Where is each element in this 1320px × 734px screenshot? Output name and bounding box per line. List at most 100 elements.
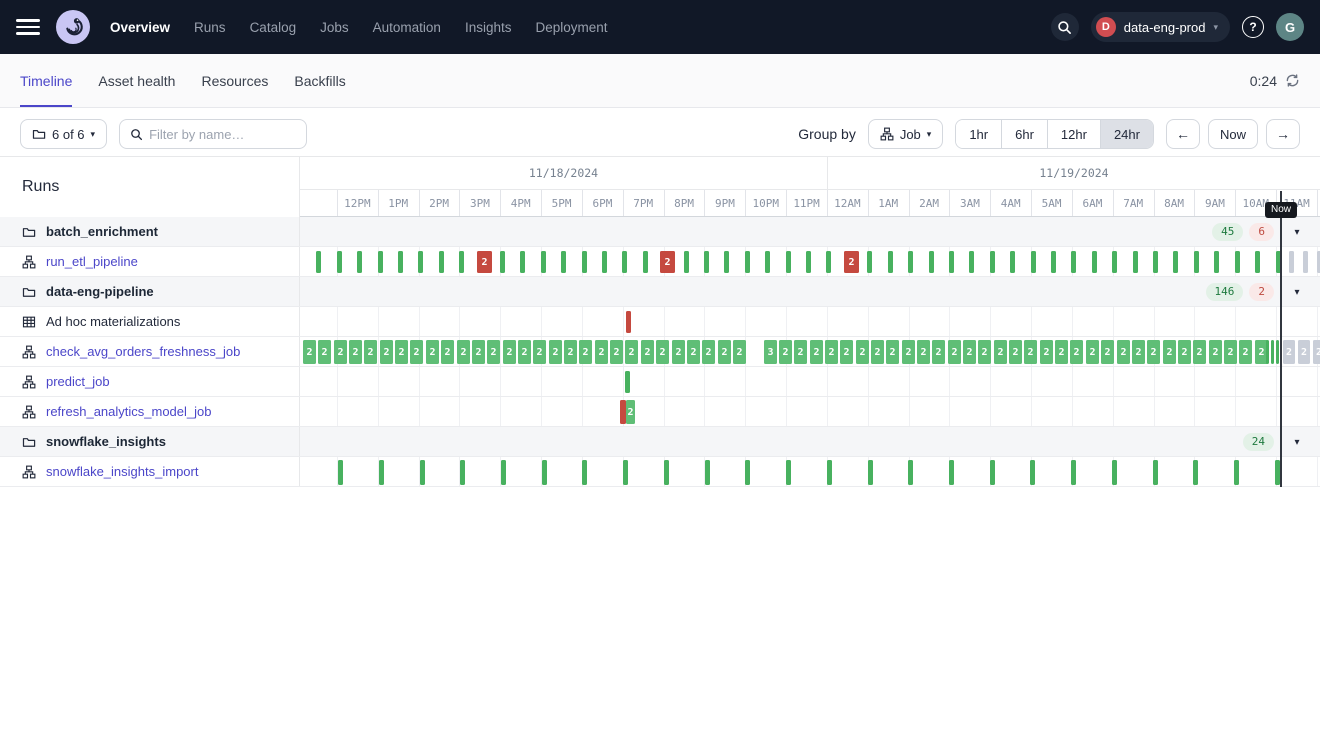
run-batch[interactable] [1303, 251, 1308, 273]
run-batch[interactable]: 2 [1193, 340, 1206, 364]
run-batch[interactable]: 2 [1070, 340, 1083, 364]
run-batch[interactable] [868, 460, 873, 485]
run-batch[interactable] [1153, 460, 1158, 485]
run-batch[interactable] [786, 460, 791, 485]
run-batch[interactable] [1255, 251, 1260, 273]
run-batch[interactable]: 2 [1024, 340, 1037, 364]
run-batch[interactable] [1112, 251, 1117, 273]
run-batch[interactable]: 2 [702, 340, 715, 364]
run-batch[interactable] [602, 251, 607, 273]
run-batch[interactable]: 2 [1055, 340, 1068, 364]
range-option-1hr[interactable]: 1hr [956, 120, 1001, 148]
nav-item-automation[interactable]: Automation [373, 20, 441, 35]
run-batch[interactable] [949, 460, 954, 485]
run-batch[interactable]: 2 [457, 340, 470, 364]
run-batch[interactable]: 2 [840, 340, 853, 364]
expand-toggle-button[interactable]: ▾ [1286, 281, 1308, 303]
run-batch[interactable] [398, 251, 403, 273]
run-batch[interactable]: 2 [477, 251, 492, 273]
run-batch[interactable] [745, 460, 750, 485]
run-batch[interactable]: 2 [1313, 340, 1320, 364]
run-batch[interactable]: 2 [579, 340, 592, 364]
run-batch[interactable]: 2 [395, 340, 408, 364]
run-batch[interactable] [1234, 460, 1239, 485]
run-batch[interactable] [1112, 460, 1117, 485]
run-batch[interactable]: 2 [364, 340, 377, 364]
run-batch[interactable] [929, 251, 934, 273]
group-by-select[interactable]: Job ▾ [868, 119, 944, 149]
refresh-icon[interactable] [1285, 73, 1300, 88]
run-batch[interactable] [420, 460, 425, 485]
run-batch[interactable]: 2 [641, 340, 654, 364]
repo-scope-button[interactable]: 6 of 6 ▾ [20, 119, 107, 149]
run-batch[interactable] [1235, 251, 1240, 273]
run-batch[interactable] [1133, 251, 1138, 273]
run-batch[interactable]: 2 [672, 340, 685, 364]
run-batch[interactable] [1193, 460, 1198, 485]
run-batch[interactable]: 2 [994, 340, 1007, 364]
run-batch[interactable] [501, 460, 506, 485]
run-batch[interactable]: 2 [426, 340, 439, 364]
run-batch[interactable]: 2 [1163, 340, 1176, 364]
run-batch[interactable] [1153, 251, 1158, 273]
run-batch[interactable]: 2 [1147, 340, 1160, 364]
run-batch[interactable]: 2 [380, 340, 393, 364]
run-batch[interactable]: 2 [518, 340, 531, 364]
run-batch[interactable] [826, 251, 831, 273]
tab-timeline[interactable]: Timeline [20, 54, 72, 107]
run-batch[interactable] [745, 251, 750, 273]
run-batch[interactable] [625, 371, 630, 393]
row-name[interactable]: run_etl_pipeline [46, 254, 138, 269]
run-batch[interactable] [378, 251, 383, 273]
run-batch[interactable] [337, 251, 342, 273]
run-batch[interactable] [357, 251, 362, 273]
now-button[interactable]: Now [1208, 119, 1258, 149]
run-batch[interactable]: 2 [349, 340, 362, 364]
run-batch[interactable]: 2 [779, 340, 792, 364]
run-batch[interactable] [969, 251, 974, 273]
run-batch[interactable] [623, 460, 628, 485]
run-batch[interactable]: 2 [487, 340, 500, 364]
run-batch[interactable]: 2 [1283, 340, 1295, 364]
expand-toggle-button[interactable]: ▾ [1286, 221, 1308, 243]
run-batch[interactable]: 2 [441, 340, 454, 364]
run-batch[interactable] [582, 251, 587, 273]
range-option-6hr[interactable]: 6hr [1001, 120, 1047, 148]
run-batch[interactable]: 2 [626, 400, 635, 424]
run-batch[interactable] [724, 251, 729, 273]
run-batch[interactable] [316, 251, 321, 273]
run-batch[interactable] [1051, 251, 1056, 273]
run-batch[interactable]: 2 [1239, 340, 1252, 364]
run-batch[interactable] [561, 251, 566, 273]
run-batch[interactable]: 2 [856, 340, 869, 364]
run-batch[interactable]: 2 [1009, 340, 1022, 364]
run-batch[interactable] [806, 251, 811, 273]
expand-toggle-button[interactable]: ▾ [1286, 431, 1308, 453]
run-batch[interactable]: 2 [844, 251, 859, 273]
run-batch[interactable] [1194, 251, 1199, 273]
run-batch[interactable] [379, 460, 384, 485]
run-batch[interactable]: 2 [1132, 340, 1145, 364]
search-icon[interactable] [1051, 13, 1079, 41]
nav-item-deployment[interactable]: Deployment [535, 20, 607, 35]
run-batch[interactable] [1271, 340, 1274, 364]
tab-asset-health[interactable]: Asset health [98, 54, 175, 107]
run-batch[interactable]: 2 [533, 340, 546, 364]
run-batch[interactable]: 2 [660, 251, 675, 273]
run-batch[interactable] [990, 251, 995, 273]
run-batch[interactable]: 2 [1298, 340, 1310, 364]
run-batch[interactable] [622, 251, 627, 273]
run-batch[interactable] [908, 251, 913, 273]
run-batch[interactable] [643, 251, 648, 273]
run-batch[interactable] [1276, 340, 1279, 364]
run-batch[interactable]: 2 [902, 340, 915, 364]
run-batch[interactable] [1030, 460, 1035, 485]
run-batch[interactable] [827, 460, 832, 485]
run-batch[interactable] [582, 460, 587, 485]
run-batch[interactable]: 2 [733, 340, 746, 364]
run-batch[interactable] [460, 460, 465, 485]
run-batch[interactable] [459, 251, 464, 273]
run-batch[interactable] [1173, 251, 1178, 273]
run-batch[interactable]: 2 [963, 340, 976, 364]
row-name[interactable]: check_avg_orders_freshness_job [46, 344, 240, 359]
